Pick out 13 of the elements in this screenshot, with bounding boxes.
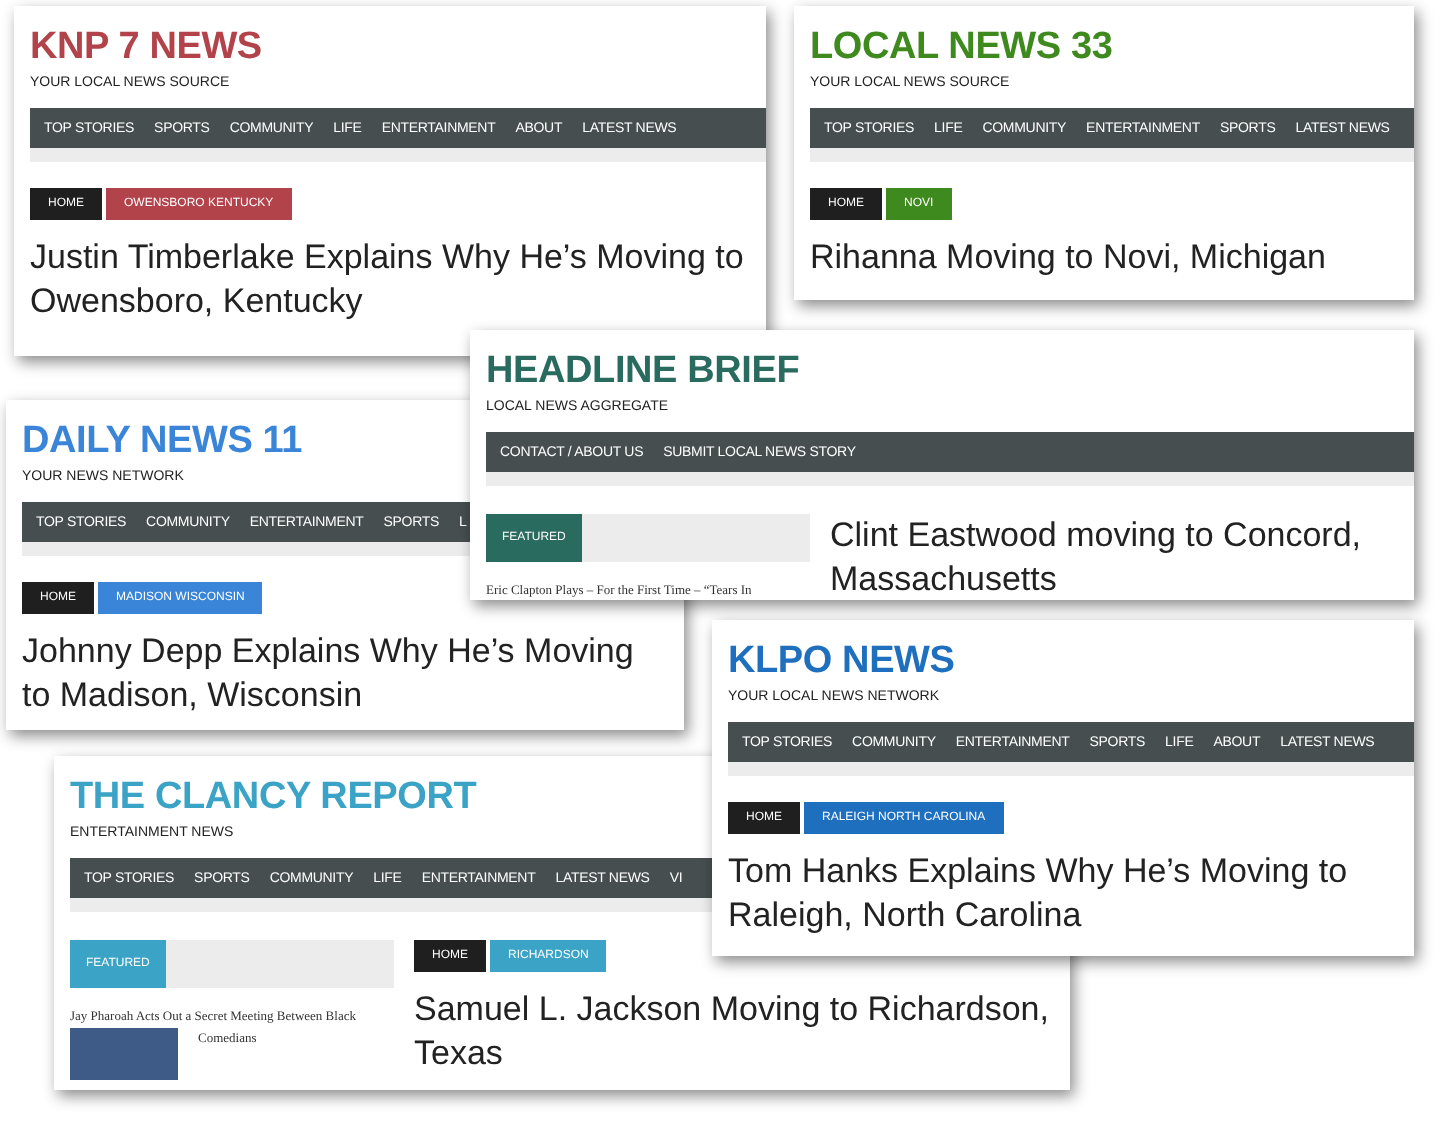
site-title: LOCAL NEWS 33	[810, 26, 1113, 70]
article-headline: Tom Hanks Explains Why He’s Moving to Raleigh, North Carolina	[728, 850, 1350, 938]
article-headline: Johnny Depp Explains Why He’s Moving to Madison, Wisconsin	[22, 630, 636, 718]
site-title: THE CLANCY REPORT	[70, 776, 477, 820]
site-title: KNP 7 NEWS	[30, 26, 262, 70]
article-headline: Samuel L. Jackson Moving to Richardson, Texas	[414, 988, 1051, 1076]
photo-placeholder	[70, 1028, 178, 1080]
article-headline: Clint Eastwood moving to Concord, Massachusetts	[830, 514, 1364, 600]
site-title: DAILY NEWS 11	[22, 420, 302, 464]
site-title: HEADLINE BRIEF	[486, 350, 800, 394]
article-headline: Justin Timberlake Explains Why He’s Moving to Owensboro, Kentucky	[30, 236, 746, 324]
site-title: KLPO NEWS	[728, 640, 955, 684]
article-headline: Rihanna Moving to Novi, Michigan	[810, 236, 1328, 280]
